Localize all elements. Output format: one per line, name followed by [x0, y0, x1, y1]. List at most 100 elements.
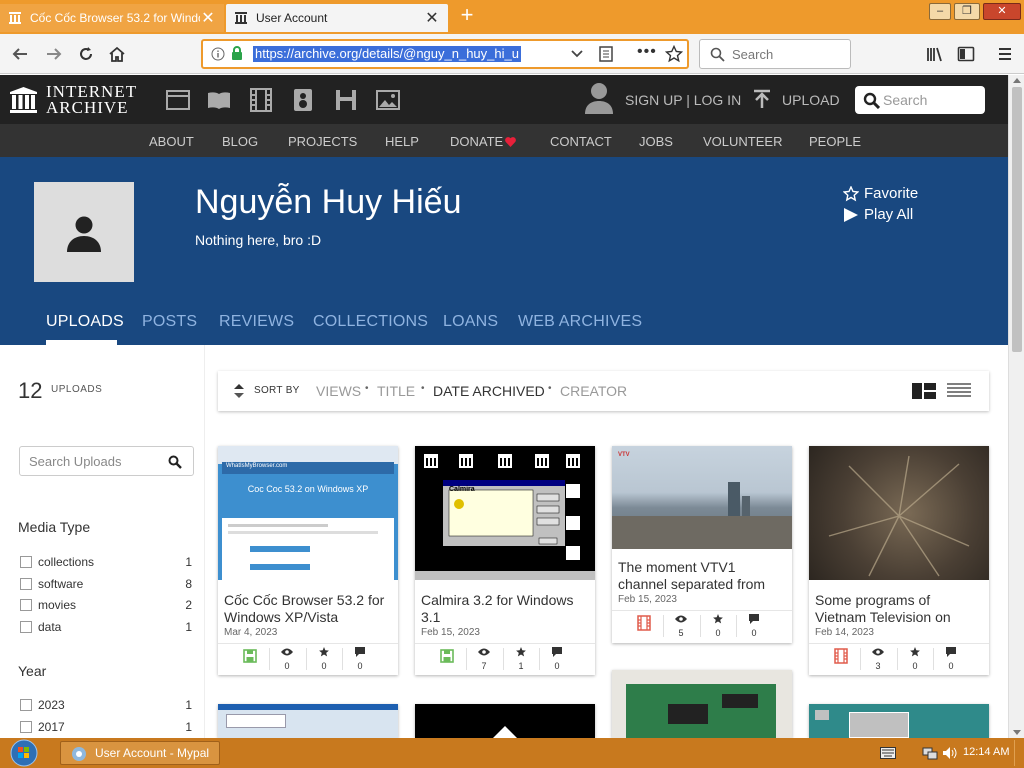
item-card[interactable]: Calmira Calmira 3.2 for Windows 3.1 Feb …: [415, 446, 595, 675]
sign-up-log-in-link[interactable]: SIGN UP | LOG IN: [625, 92, 741, 108]
favorite-button[interactable]: Favorite: [843, 185, 918, 202]
keyboard-icon[interactable]: [880, 747, 896, 759]
sort-date-archived[interactable]: DATE ARCHIVED: [433, 383, 545, 399]
volume-icon[interactable]: [942, 745, 958, 761]
item-thumbnail[interactable]: [415, 704, 595, 738]
scroll-down-arrow-icon[interactable]: [1013, 730, 1021, 735]
new-tab-button[interactable]: +: [456, 4, 478, 27]
item-card[interactable]: [612, 670, 792, 738]
home-button[interactable]: [103, 40, 131, 68]
item-thumbnail[interactable]: WhatIsMyBrowser.com Coc Coc 53.2 on Wind…: [218, 446, 398, 580]
item-thumbnail[interactable]: [218, 704, 398, 738]
item-title[interactable]: Calmira 3.2 for Windows 3.1: [421, 592, 591, 626]
maximize-button[interactable]: ❐: [954, 3, 980, 20]
page-scrollbar[interactable]: [1008, 75, 1024, 738]
reload-button[interactable]: [72, 40, 100, 68]
menu-help[interactable]: HELP: [385, 134, 419, 149]
browser-search-box[interactable]: Search: [699, 39, 851, 69]
tab-uploads[interactable]: UPLOADS: [46, 313, 124, 331]
checkbox[interactable]: [20, 599, 32, 611]
play-all-button[interactable]: Play All: [843, 206, 913, 223]
start-button-icon[interactable]: [8, 739, 40, 767]
item-card[interactable]: [218, 704, 398, 738]
menu-jobs[interactable]: JOBS: [639, 134, 673, 149]
chevron-down-icon[interactable]: [571, 50, 583, 58]
checkbox[interactable]: [20, 621, 32, 633]
close-tab-icon[interactable]: ✕: [424, 8, 440, 28]
web-icon[interactable]: [166, 88, 190, 112]
sort-direction-icon[interactable]: [233, 382, 245, 400]
item-thumbnail[interactable]: VTV: [612, 446, 792, 549]
sort-creator[interactable]: CREATOR: [560, 383, 627, 399]
item-title[interactable]: Some programs of Vietnam Television on: [815, 592, 985, 626]
filter-year-2017[interactable]: 2017 1: [20, 719, 192, 735]
menu-about[interactable]: ABOUT: [149, 134, 194, 149]
item-thumbnail[interactable]: [809, 446, 989, 580]
checkbox[interactable]: [20, 721, 32, 733]
minimize-button[interactable]: –: [929, 3, 951, 20]
back-button[interactable]: [6, 40, 34, 68]
network-icon[interactable]: [922, 745, 938, 761]
upload-link[interactable]: UPLOAD: [782, 92, 840, 108]
item-title[interactable]: Cốc Cốc Browser 53.2 for Windows XP/Vist…: [224, 592, 394, 626]
item-thumbnail[interactable]: Calmira: [415, 446, 595, 580]
tab-posts[interactable]: POSTS: [142, 313, 197, 331]
sidebar-toggle-button[interactable]: [952, 40, 980, 68]
list-view-icon[interactable]: [947, 383, 971, 399]
library-button[interactable]: [920, 40, 948, 68]
sort-views[interactable]: VIEWS: [316, 383, 361, 399]
item-card[interactable]: VTV The moment VTV1 channel separated fr…: [612, 446, 792, 643]
forward-button[interactable]: [40, 40, 68, 68]
images-icon[interactable]: [376, 88, 400, 112]
item-card[interactable]: [809, 704, 989, 738]
menu-projects[interactable]: PROJECTS: [288, 134, 357, 149]
url-bar[interactable]: https://archive.org/details/@nguy_n_huy_…: [201, 39, 689, 69]
info-icon[interactable]: [211, 47, 225, 61]
search-uploads-input[interactable]: Search Uploads: [19, 446, 194, 476]
taskbar-window-button[interactable]: User Account - Mypal: [60, 741, 220, 765]
menu-contact[interactable]: CONTACT: [550, 134, 612, 149]
user-avatar-icon[interactable]: [584, 82, 614, 114]
item-card[interactable]: Some programs of Vietnam Television on F…: [809, 446, 989, 675]
tile-view-icon[interactable]: [912, 383, 936, 399]
upload-icon[interactable]: [753, 89, 771, 109]
ia-search-box[interactable]: Search: [855, 86, 985, 114]
show-desktop-button[interactable]: [1014, 740, 1024, 766]
menu-people[interactable]: PEOPLE: [809, 134, 861, 149]
close-tab-icon[interactable]: ✕: [200, 8, 216, 28]
filter-software[interactable]: software 8: [20, 576, 192, 592]
bookmark-star-icon[interactable]: [665, 45, 683, 63]
more-actions-icon[interactable]: •••: [637, 43, 657, 61]
reader-view-icon[interactable]: [599, 46, 613, 62]
menu-donate[interactable]: DONATE: [450, 134, 503, 149]
tab-collections[interactable]: COLLECTIONS: [313, 313, 428, 331]
scroll-up-arrow-icon[interactable]: [1013, 78, 1021, 83]
scrollbar-thumb[interactable]: [1012, 87, 1022, 352]
sort-title[interactable]: TITLE: [377, 383, 415, 399]
tab-loans[interactable]: LOANS: [443, 313, 498, 331]
video-icon[interactable]: [249, 88, 273, 112]
texts-icon[interactable]: [207, 88, 231, 112]
tab-web-archives[interactable]: WEB ARCHIVES: [518, 313, 642, 331]
item-thumbnail[interactable]: [612, 670, 792, 738]
tab-user-account[interactable]: User Account ✕: [226, 4, 448, 32]
checkbox[interactable]: [20, 556, 32, 568]
search-icon[interactable]: [168, 455, 182, 469]
audio-icon[interactable]: [291, 88, 315, 112]
software-icon[interactable]: [334, 88, 358, 112]
url-text[interactable]: https://archive.org/details/@nguy_n_huy_…: [253, 46, 521, 62]
item-card[interactable]: WhatIsMyBrowser.com Coc Coc 53.2 on Wind…: [218, 446, 398, 675]
filter-collections[interactable]: collections 1: [20, 554, 192, 570]
menu-blog[interactable]: BLOG: [222, 134, 258, 149]
item-card[interactable]: [415, 704, 595, 738]
menu-volunteer[interactable]: VOLUNTEER: [703, 134, 782, 149]
checkbox[interactable]: [20, 578, 32, 590]
filter-movies[interactable]: movies 2: [20, 597, 192, 613]
tab-coccoc[interactable]: Cốc Cốc Browser 53.2 for Windows ✕: [0, 4, 224, 32]
tab-reviews[interactable]: REVIEWS: [219, 313, 294, 331]
filter-year-2023[interactable]: 2023 1: [20, 697, 192, 713]
filter-data[interactable]: data 1: [20, 619, 192, 635]
menu-button[interactable]: [991, 40, 1019, 68]
window-close-button[interactable]: ✕: [983, 3, 1021, 20]
item-title[interactable]: The moment VTV1 channel separated from: [618, 559, 788, 593]
